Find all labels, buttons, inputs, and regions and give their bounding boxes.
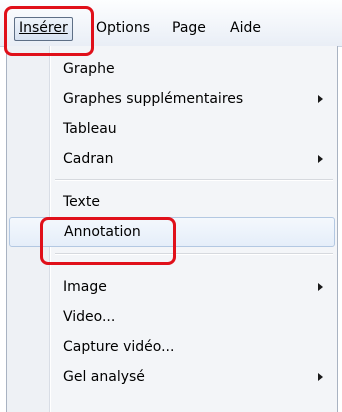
submenu-arrow-icon — [318, 373, 323, 381]
menu-bar: Insérer Options Page Aide — [0, 0, 342, 47]
menu-item-label: Capture vidéo... — [63, 339, 175, 355]
submenu-arrow-icon — [318, 283, 323, 291]
menu-item-label: Annotation — [64, 224, 141, 240]
insert-dropdown-menu: Graphe Graphes supplémentaires Tableau C… — [6, 46, 338, 412]
menu-aide-label: Aide — [230, 20, 261, 36]
menu-item-label: Tableau — [63, 121, 117, 137]
menu-item-label: Cadran — [63, 151, 114, 167]
menu-separator — [55, 253, 333, 255]
menu-inserer[interactable]: Insérer — [14, 17, 73, 41]
menu-item-gel-analyse[interactable]: Gel analysé — [7, 362, 337, 392]
menu-inserer-label: Insérer — [19, 20, 68, 36]
menu-page-label: Page — [172, 20, 206, 36]
menu-aide[interactable]: Aide — [226, 17, 265, 39]
menu-item-label: Image — [63, 279, 107, 295]
menu-item-graphes-supplementaires[interactable]: Graphes supplémentaires — [7, 84, 337, 114]
menu-item-texte[interactable]: Texte — [7, 187, 337, 217]
menu-item-tableau[interactable]: Tableau — [7, 114, 337, 144]
submenu-arrow-icon — [318, 155, 323, 163]
menu-item-video[interactable]: Video... — [7, 302, 337, 332]
submenu-arrow-icon — [318, 95, 323, 103]
menu-item-graphe[interactable]: Graphe — [7, 54, 337, 84]
menu-item-label: Video... — [63, 309, 116, 325]
menu-item-cadran[interactable]: Cadran — [7, 144, 337, 174]
menu-item-label: Texte — [63, 194, 100, 210]
menu-item-annotation[interactable]: Annotation — [9, 217, 335, 247]
menu-item-label: Graphe — [63, 61, 115, 77]
menu-item-image[interactable]: Image — [7, 272, 337, 302]
menu-separator — [55, 179, 333, 181]
menu-options-label: Options — [96, 20, 151, 36]
menu-page[interactable]: Page — [168, 17, 210, 39]
menu-item-label: Graphes supplémentaires — [63, 91, 244, 107]
menu-item-capture-video[interactable]: Capture vidéo... — [7, 332, 337, 362]
menu-options[interactable]: Options — [92, 17, 154, 39]
menu-item-label: Gel analysé — [63, 369, 145, 385]
